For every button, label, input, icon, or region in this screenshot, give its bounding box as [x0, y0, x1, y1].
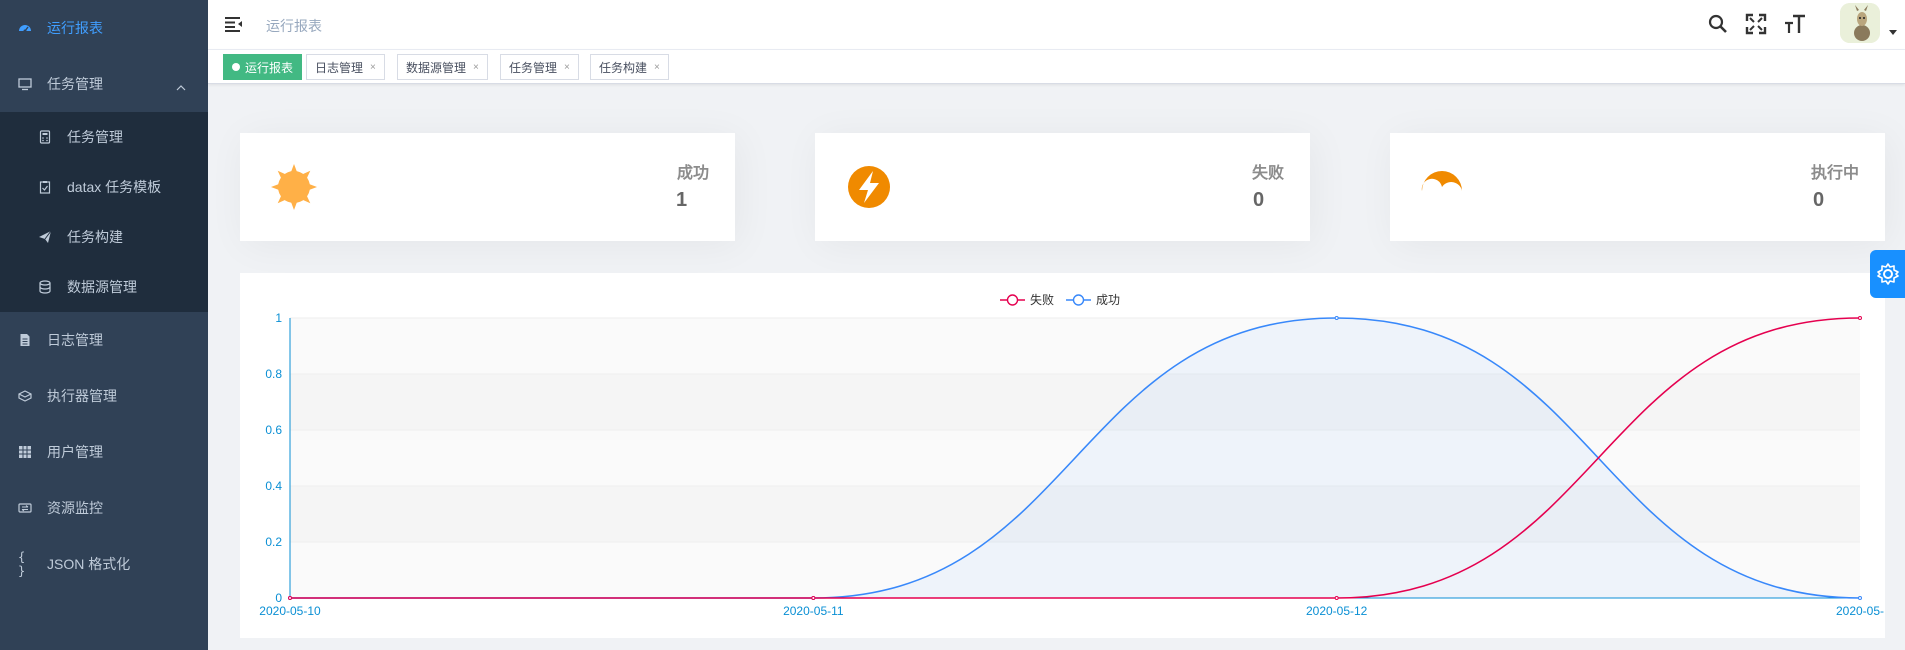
tag-label: 运行报表	[245, 60, 294, 75]
sidebar-item-task-management[interactable]: 任务管理	[0, 56, 208, 112]
grid-band	[290, 374, 1860, 430]
data-point	[1334, 316, 1339, 320]
checklist-icon	[38, 180, 52, 194]
x-tick-label: 2020-05-11	[783, 604, 844, 618]
line-chart: 0 0.2 0.4 0.6 0.8 1 2020-05-10 2020-05-11 2020-0…	[259, 292, 1884, 618]
sidebar-item-label: JSON 格式化	[47, 556, 131, 572]
document-icon	[18, 333, 32, 347]
tags-view: 运行报表 日志管理 × 数据源管理 × 任务管理 × 任务构建 ×	[208, 50, 1905, 84]
tag-log[interactable]: 日志管理 ×	[306, 54, 385, 80]
chart-panel: 0 0.2 0.4 0.6 0.8 1 2020-05-10 2020-05-11 2020-0…	[240, 273, 1885, 638]
exchange-icon	[18, 501, 32, 515]
sidebar: 运行报表 任务管理 任务管理 datax 任务模板 任务构建 数据源管理 日志管…	[0, 0, 208, 650]
data-point	[811, 596, 816, 600]
sidebar-item-json[interactable]: { } JSON 格式化	[0, 536, 208, 592]
monitor-icon	[18, 77, 32, 91]
data-point	[288, 596, 292, 600]
lightning-icon	[845, 163, 893, 211]
tag-dashboard[interactable]: 运行报表	[223, 54, 303, 80]
tag-task[interactable]: 任务管理 ×	[500, 54, 579, 80]
tag-label: 数据源管理	[406, 60, 467, 75]
sidebar-item-label: 资源监控	[47, 500, 103, 516]
legend-label: 失败	[1030, 292, 1054, 307]
sidebar-item-monitor[interactable]: 资源监控	[0, 480, 208, 536]
breadcrumb: 运行报表	[266, 18, 322, 34]
card-value: 0	[1253, 189, 1265, 211]
fullscreen-icon[interactable]	[1745, 13, 1767, 35]
sidebar-item-label: 任务管理	[47, 76, 103, 92]
chevron-up-icon	[176, 78, 186, 94]
legend-marker	[1006, 294, 1019, 306]
gear-icon	[1876, 263, 1899, 285]
dashboard-icon	[18, 21, 32, 35]
active-dot-icon	[232, 63, 240, 71]
data-point	[1858, 596, 1862, 600]
legend-marker	[1072, 294, 1085, 306]
tag-label: 任务构建	[599, 60, 648, 75]
sidebar-item-datax-template[interactable]: datax 任务模板	[0, 162, 208, 212]
sidebar-item-label: 用户管理	[47, 444, 103, 460]
y-tick-label: 0	[275, 591, 282, 605]
sidebar-item-executor[interactable]: 执行器管理	[0, 368, 208, 424]
sun-icon	[270, 163, 318, 211]
tag-label: 任务管理	[509, 60, 558, 75]
sidebar-item-datasource[interactable]: 数据源管理	[0, 262, 208, 312]
sidebar-item-label: 数据源管理	[67, 279, 137, 295]
data-point	[1858, 316, 1862, 320]
database-icon	[38, 280, 52, 294]
x-tick-label: 2020-05-10	[259, 604, 321, 618]
close-icon[interactable]: ×	[473, 62, 479, 73]
close-icon[interactable]: ×	[564, 62, 570, 73]
legend-label: 成功	[1096, 293, 1120, 307]
tag-task-build[interactable]: 任务构建 ×	[590, 54, 669, 80]
y-tick-label: 0.4	[265, 479, 282, 493]
card-running: 执行中 0	[1390, 133, 1885, 241]
calculator-icon	[38, 130, 52, 144]
grid-band	[290, 318, 1860, 374]
sidebar-item-dashboard[interactable]: 运行报表	[0, 0, 208, 56]
sidebar-item-user[interactable]: 用户管理	[0, 424, 208, 480]
sidebar-item-label: 运行报表	[47, 20, 103, 36]
card-label: 执行中	[1810, 165, 1859, 182]
sidebar-item-label: datax 任务模板	[67, 179, 162, 195]
table-icon	[18, 445, 32, 459]
hamburger-icon[interactable]	[225, 16, 243, 37]
card-value: 1	[676, 189, 688, 211]
braces-icon: { }	[18, 550, 26, 578]
close-icon[interactable]: ×	[370, 62, 376, 73]
avatar[interactable]	[1840, 3, 1880, 43]
card-success: 成功 1	[240, 133, 735, 241]
data-point	[1334, 596, 1339, 600]
cube-icon	[18, 389, 32, 403]
sidebar-item-label: 任务构建	[67, 229, 123, 245]
font-size-icon[interactable]	[1784, 13, 1806, 35]
tag-datasource[interactable]: 数据源管理 ×	[397, 54, 488, 80]
y-tick-label: 0.2	[265, 535, 282, 549]
card-label: 成功	[676, 165, 709, 182]
navbar: 运行报表	[208, 0, 1905, 50]
sidebar-item-label: 日志管理	[47, 332, 103, 348]
sidebar-item-label: 任务管理	[67, 129, 123, 145]
paper-plane-icon	[38, 230, 52, 244]
card-label: 失败	[1251, 165, 1284, 182]
y-tick-label: 0.6	[265, 423, 282, 437]
card-value: 0	[1813, 189, 1825, 211]
sidebar-item-task-build[interactable]: 任务构建	[0, 212, 208, 262]
submenu-task-management: 任务管理 datax 任务模板 任务构建 数据源管理	[0, 112, 208, 312]
sidebar-item-log[interactable]: 日志管理	[0, 312, 208, 368]
y-tick-label: 1	[275, 311, 282, 325]
sidebar-item-task-list[interactable]: 任务管理	[0, 112, 208, 162]
x-tick-label: 2020-05-12	[1306, 604, 1368, 618]
caret-down-icon[interactable]	[1889, 30, 1897, 35]
sidebar-item-label: 执行器管理	[47, 388, 117, 404]
settings-button[interactable]	[1870, 250, 1905, 298]
x-tick-label: 2020-05-	[1836, 604, 1884, 618]
search-icon[interactable]	[1707, 13, 1729, 35]
half-moon-icon	[1420, 163, 1468, 211]
card-fail: 失败 0	[815, 133, 1310, 241]
y-tick-label: 0.8	[265, 367, 282, 381]
close-icon[interactable]: ×	[654, 62, 660, 73]
tag-label: 日志管理	[315, 60, 364, 75]
